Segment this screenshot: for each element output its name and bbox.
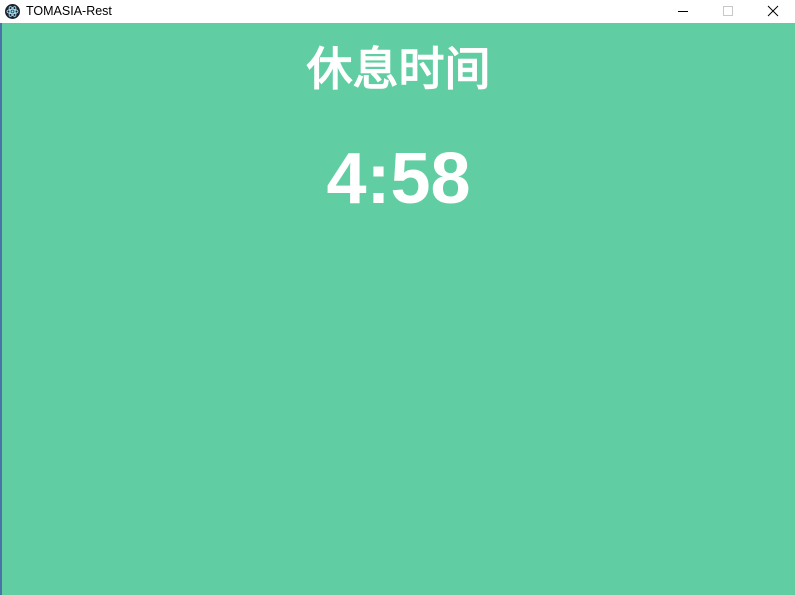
minimize-icon xyxy=(678,11,688,12)
maximize-icon xyxy=(723,6,733,16)
maximize-button[interactable] xyxy=(705,0,751,23)
electron-app-icon xyxy=(5,4,20,19)
app-window: TOMASIA-Rest 休息时间 4:58 xyxy=(0,0,795,595)
rest-heading: 休息时间 xyxy=(306,42,491,96)
close-icon xyxy=(767,5,779,17)
window-title: TOMASIA-Rest xyxy=(26,4,112,18)
countdown-timer: 4:58 xyxy=(326,139,471,219)
close-button[interactable] xyxy=(750,0,795,23)
rest-screen: 休息时间 4:58 xyxy=(2,23,795,595)
minimize-button[interactable] xyxy=(660,0,706,23)
title-bar[interactable]: TOMASIA-Rest xyxy=(0,0,795,23)
